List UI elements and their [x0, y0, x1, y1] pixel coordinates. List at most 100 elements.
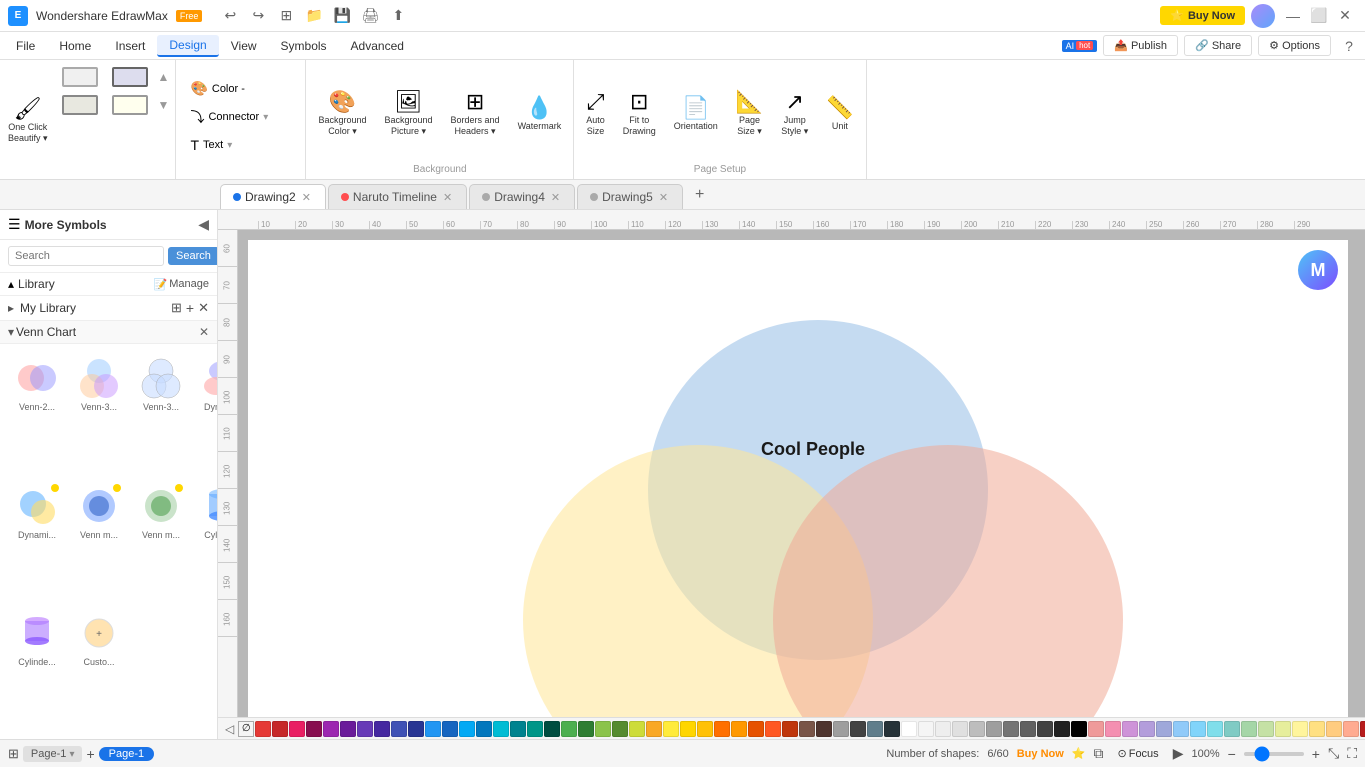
maximize-btn[interactable]: ⬜	[1307, 4, 1331, 28]
focus-btn[interactable]: ⊙ Focus	[1112, 745, 1165, 762]
tab-drawing2[interactable]: Drawing2 ✕	[220, 184, 326, 209]
print-btn[interactable]: 🖨	[358, 4, 382, 28]
my-library-close[interactable]: ✕	[198, 300, 209, 316]
symbol-venn3a[interactable]: Venn-3...	[70, 352, 128, 476]
watermark-btn[interactable]: 💧 Watermark	[510, 91, 570, 136]
symbol-cylinder2[interactable]: Cylinde...	[8, 607, 66, 731]
color-swatch[interactable]	[663, 721, 679, 737]
redo-btn[interactable]: ↪	[246, 4, 270, 28]
color-swatch[interactable]	[323, 721, 339, 737]
color-swatch[interactable]	[1088, 721, 1104, 737]
my-library-import[interactable]: ⊞	[171, 300, 182, 316]
canvas-scroll[interactable]: Cool People Elderly People Singers M	[238, 230, 1365, 717]
color-swatch[interactable]	[1122, 721, 1138, 737]
my-library-expand[interactable]: ▸	[8, 301, 14, 315]
color-swatch[interactable]	[493, 721, 509, 737]
color-swatch[interactable]	[986, 721, 1002, 737]
publish-btn[interactable]: 📤 Publish	[1103, 35, 1178, 56]
color-swatch[interactable]	[1343, 721, 1359, 737]
color-swatch[interactable]	[884, 721, 900, 737]
search-button[interactable]: Search	[168, 247, 218, 265]
borders-headers-btn[interactable]: ⊞ Borders andHeaders ▾	[443, 85, 508, 141]
color-swatch[interactable]	[901, 721, 917, 737]
color-swatch[interactable]	[1020, 721, 1036, 737]
color-swatch[interactable]	[1139, 721, 1155, 737]
color-swatch[interactable]	[391, 721, 407, 737]
color-swatch[interactable]	[527, 721, 543, 737]
color-swatch[interactable]	[544, 721, 560, 737]
beautify-style-2[interactable]	[106, 64, 154, 90]
zoom-in-btn[interactable]: +	[1312, 746, 1320, 762]
palette-prev[interactable]: ◁	[222, 722, 237, 736]
color-swatch[interactable]	[867, 721, 883, 737]
color-swatch[interactable]	[612, 721, 628, 737]
connector-btn[interactable]: ⤵ Connector ▾	[184, 105, 297, 129]
color-swatch[interactable]	[442, 721, 458, 737]
color-swatch[interactable]	[697, 721, 713, 737]
color-swatch[interactable]	[918, 721, 934, 737]
color-swatch[interactable]	[1258, 721, 1274, 737]
color-swatch[interactable]	[680, 721, 696, 737]
symbol-dynamic1[interactable]: Dynami...	[194, 352, 217, 476]
menu-item-insert[interactable]: Insert	[103, 36, 157, 56]
share-btn[interactable]: 🔗 Share	[1184, 35, 1252, 56]
symbol-dynamic2[interactable]: Dynami...	[8, 480, 66, 604]
unit-btn[interactable]: 📏 Unit	[818, 91, 861, 136]
color-swatch[interactable]	[289, 721, 305, 737]
zoom-slider[interactable]	[1244, 752, 1304, 756]
close-naruto[interactable]: ✕	[441, 191, 454, 204]
color-swatch[interactable]	[595, 721, 611, 737]
color-swatch[interactable]	[1207, 721, 1223, 737]
color-swatch[interactable]	[748, 721, 764, 737]
color-swatch[interactable]	[357, 721, 373, 737]
ai-badge[interactable]: AI hot	[1062, 40, 1098, 52]
color-swatch[interactable]	[272, 721, 288, 737]
page-tab-page1[interactable]: Page-1 ▾	[23, 746, 83, 762]
menu-item-file[interactable]: File	[4, 36, 47, 56]
sidebar-collapse-btn[interactable]: ◀	[198, 216, 209, 233]
color-swatch[interactable]	[1275, 721, 1291, 737]
zoom-out-btn[interactable]: −	[1228, 746, 1236, 762]
color-swatch[interactable]	[1054, 721, 1070, 737]
color-swatch[interactable]	[340, 721, 356, 737]
background-picture-btn[interactable]: 🖼 BackgroundPicture ▾	[376, 85, 440, 141]
symbol-vennm2[interactable]: Venn m...	[132, 480, 190, 604]
color-swatch[interactable]	[1071, 721, 1087, 737]
color-swatch[interactable]	[799, 721, 815, 737]
tab-drawing4[interactable]: Drawing4 ✕	[469, 184, 575, 209]
buy-now-button[interactable]: ⭐ Buy Now	[1160, 6, 1245, 25]
help-btn[interactable]: ?	[1337, 34, 1361, 58]
color-swatch[interactable]	[935, 721, 951, 737]
color-swatch[interactable]	[731, 721, 747, 737]
color-swatch[interactable]	[1190, 721, 1206, 737]
tab-drawing5[interactable]: Drawing5 ✕	[577, 184, 683, 209]
my-library-add[interactable]: +	[186, 300, 194, 316]
save-btn[interactable]: 💾	[330, 4, 354, 28]
color-swatch[interactable]	[646, 721, 662, 737]
color-swatch[interactable]	[408, 721, 424, 737]
color-swatch[interactable]	[765, 721, 781, 737]
jump-style-btn[interactable]: ↗ JumpStyle ▾	[773, 85, 816, 141]
symbol-venn3b[interactable]: Venn-3...	[132, 352, 190, 476]
color-swatch[interactable]	[255, 721, 271, 737]
search-input[interactable]	[8, 246, 164, 266]
color-swatch[interactable]	[1224, 721, 1240, 737]
page-selector-icon[interactable]: ⊞	[8, 746, 19, 762]
color-swatch[interactable]	[850, 721, 866, 737]
background-color-btn[interactable]: 🎨 BackgroundColor ▾	[310, 85, 374, 141]
venn-expand[interactable]: ▾	[8, 325, 14, 339]
menu-item-home[interactable]: Home	[47, 36, 103, 56]
color-swatch[interactable]	[425, 721, 441, 737]
color-swatch[interactable]	[1309, 721, 1325, 737]
export-btn[interactable]: ⬆	[386, 4, 410, 28]
buy-now-status[interactable]: Buy Now	[1017, 748, 1064, 760]
symbol-venn2[interactable]: Venn-2...	[8, 352, 66, 476]
fullscreen-btn[interactable]: ⛶	[1347, 745, 1357, 762]
color-swatch[interactable]	[374, 721, 390, 737]
auto-size-btn[interactable]: ⤢ AutoSize	[578, 85, 613, 141]
menu-item-symbols[interactable]: Symbols	[269, 36, 339, 56]
symbol-vennm1[interactable]: Venn m...	[70, 480, 128, 604]
color-swatch[interactable]	[1241, 721, 1257, 737]
color-swatch[interactable]	[1105, 721, 1121, 737]
add-page-btn[interactable]: +	[86, 746, 94, 762]
